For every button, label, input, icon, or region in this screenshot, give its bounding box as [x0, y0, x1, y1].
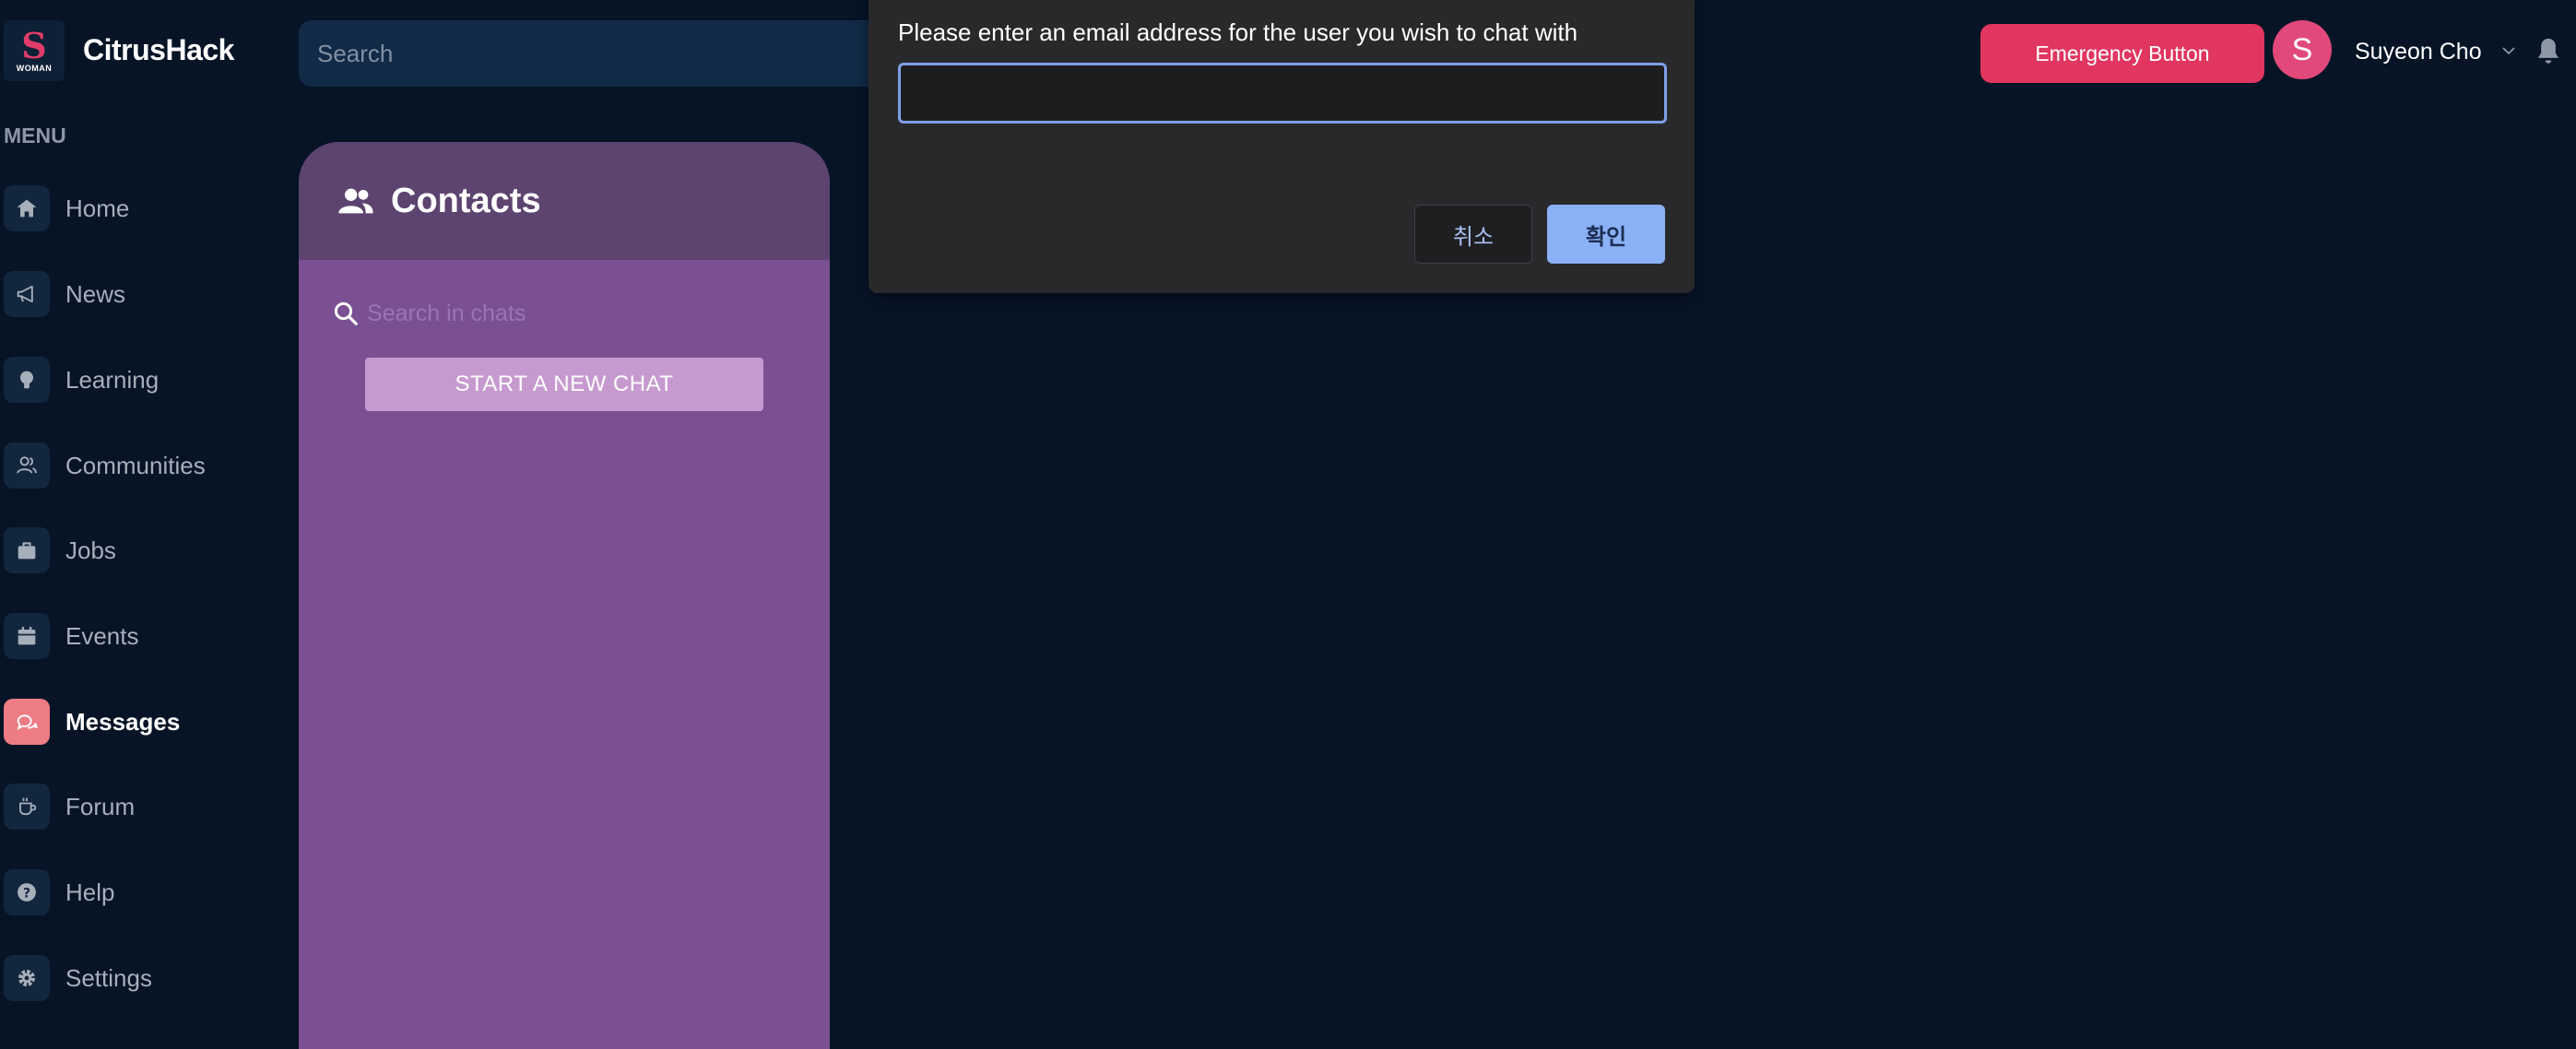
global-search	[299, 20, 870, 87]
sidebar-item-events[interactable]: Events	[0, 608, 277, 664]
contacts-panel: Contacts START A NEW CHAT	[299, 142, 830, 1049]
chat-icon	[4, 699, 50, 745]
cancel-button[interactable]: 취소	[1414, 205, 1532, 264]
bell-icon[interactable]	[2534, 35, 2563, 66]
sidebar-item-label: Forum	[65, 792, 136, 820]
sidebar-item-label: Home	[65, 194, 130, 222]
brand-name[interactable]: CitrusHack	[83, 33, 234, 67]
sidebar-item-label: News	[65, 279, 126, 308]
svg-text:?: ?	[23, 886, 30, 901]
sidebar-item-label: Learning	[65, 365, 160, 394]
sidebar-item-news[interactable]: News	[0, 266, 277, 322]
avatar[interactable]: S	[2273, 20, 2332, 79]
email-prompt-dialog: Please enter an email address for the us…	[869, 0, 1695, 293]
contacts-header: Contacts	[299, 142, 830, 260]
sidebar-item-forum[interactable]: Forum	[0, 779, 277, 834]
brand-logo[interactable]: S WOMAN	[4, 20, 65, 81]
chat-search	[332, 293, 793, 334]
chat-search-input[interactable]	[367, 300, 793, 327]
app-root: S WOMAN CitrusHack MENU Home News Learni…	[0, 0, 2576, 1049]
briefcase-icon	[4, 527, 50, 573]
email-field[interactable]	[898, 63, 1667, 124]
dialog-message: Please enter an email address for the us…	[898, 18, 1578, 46]
coffee-icon	[4, 784, 50, 830]
home-icon	[4, 185, 50, 231]
ok-button[interactable]: 확인	[1547, 205, 1665, 264]
sidebar: S WOMAN CitrusHack MENU Home News Learni…	[0, 0, 277, 1049]
sidebar-item-communities[interactable]: Communities	[0, 438, 277, 493]
logo-text: WOMAN	[16, 64, 53, 73]
sidebar-item-home[interactable]: Home	[0, 181, 277, 236]
lightbulb-icon	[4, 357, 50, 403]
calendar-icon	[4, 613, 50, 659]
logo-letter: S	[21, 25, 47, 66]
sidebar-item-settings[interactable]: Settings	[0, 950, 277, 1006]
megaphone-icon	[4, 271, 50, 317]
contacts-icon	[338, 188, 373, 214]
emergency-button[interactable]: Emergency Button	[1980, 24, 2264, 83]
sidebar-item-help[interactable]: ? Help	[0, 865, 277, 920]
sidebar-item-label: Help	[65, 878, 115, 906]
sidebar-item-messages[interactable]: Messages	[0, 694, 277, 749]
contacts-title: Contacts	[391, 181, 541, 220]
search-icon	[334, 301, 358, 325]
sidebar-item-label: Messages	[65, 707, 181, 736]
start-new-chat-button[interactable]: START A NEW CHAT	[365, 358, 763, 411]
menu-label: MENU	[4, 124, 66, 147]
username[interactable]: Suyeon Cho	[2355, 39, 2482, 65]
chevron-down-icon[interactable]	[2500, 44, 2517, 57]
sidebar-item-label: Events	[65, 621, 139, 650]
sidebar-item-label: Jobs	[65, 536, 116, 564]
users-icon	[4, 442, 50, 489]
sidebar-item-learning[interactable]: Learning	[0, 352, 277, 407]
gear-icon	[4, 955, 50, 1001]
sidebar-item-label: Communities	[65, 451, 206, 479]
sidebar-item-label: Settings	[65, 963, 152, 992]
help-icon: ?	[4, 869, 50, 915]
sidebar-item-jobs[interactable]: Jobs	[0, 523, 277, 578]
search-input[interactable]	[299, 20, 870, 87]
